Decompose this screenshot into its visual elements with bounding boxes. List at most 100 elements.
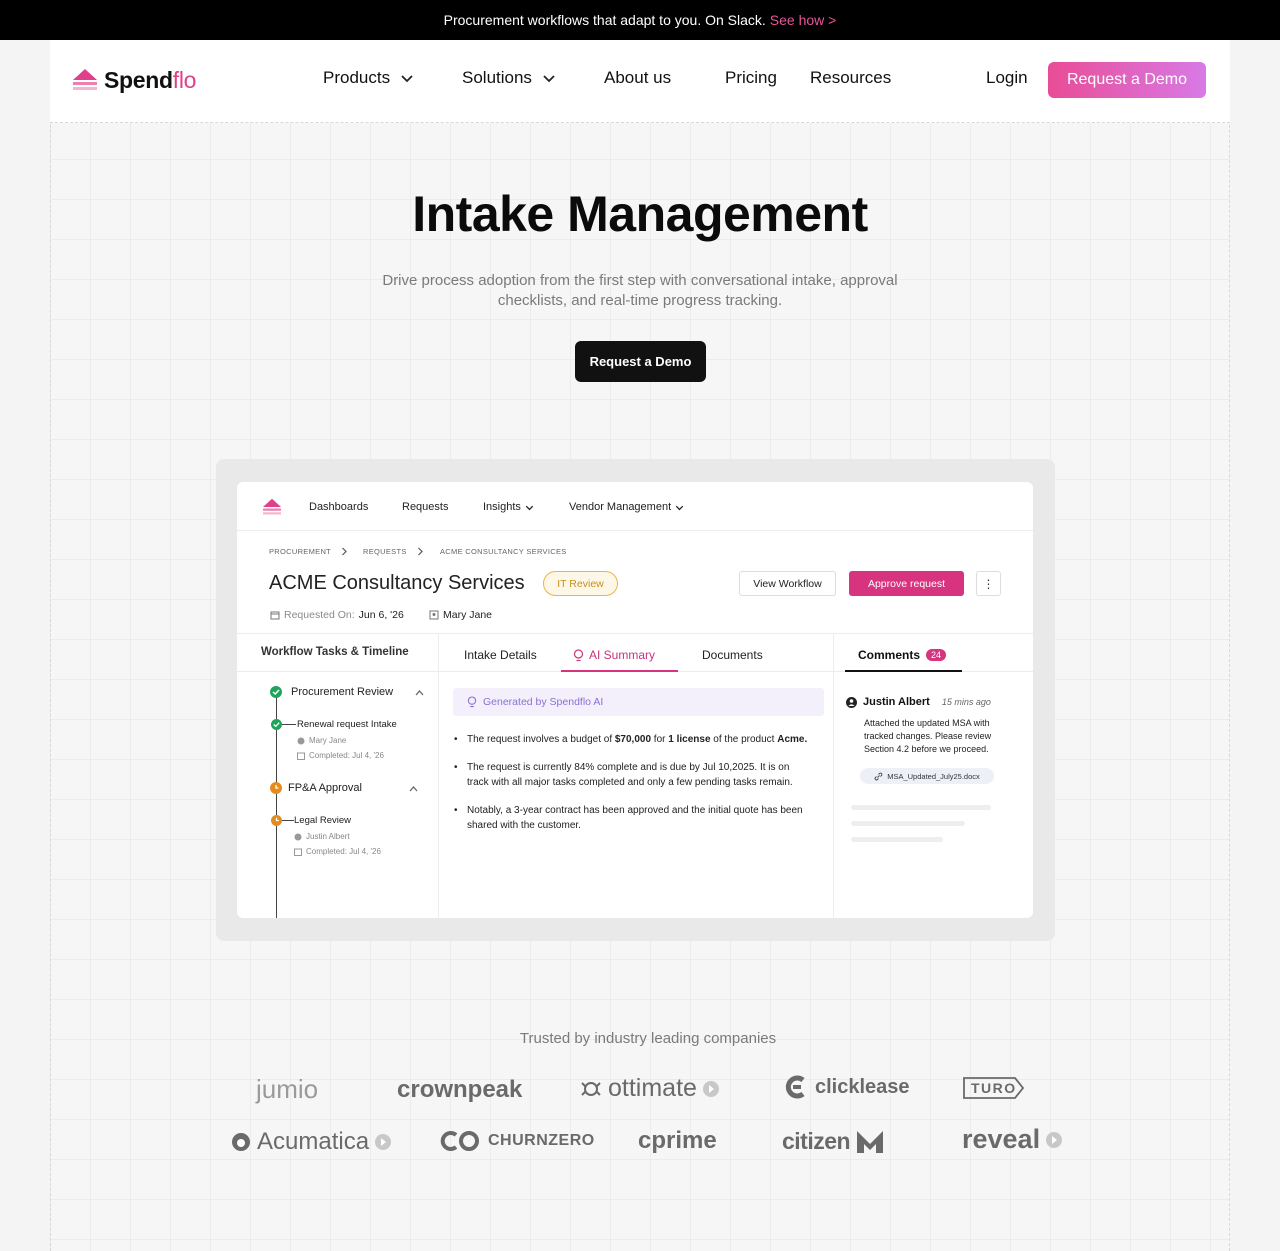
nav-products[interactable]: Products [323,68,414,88]
comment-body: Attached the updated MSA with tracked ch… [864,718,992,754]
nav-pricing-label: Pricing [725,68,777,87]
user-icon [297,737,305,744]
lightbulb-icon [467,696,477,708]
loading-skeleton [851,805,991,810]
logo-clicklease: clicklease [783,1074,910,1100]
comment-author: Justin Albert 15 mins ago [846,696,991,708]
task-assignee: Mary Jane [297,736,346,745]
request-title: ACME Consultancy Services [269,572,525,594]
logo-cprime: cprime [638,1127,717,1155]
login-link[interactable]: Login [986,68,1028,88]
tab-intake-details[interactable]: Intake Details [464,648,537,662]
requested-on-label: Requested On: [284,609,355,621]
mockup-nav-vendor-label: Vendor Management [569,501,672,513]
calendar-icon [270,611,280,620]
breadcrumb-current: ACME CONSULTANCY SERVICES [440,547,567,556]
request-demo-button-hero[interactable]: Request a Demo [575,341,706,382]
logo-jumio: jumio [256,1074,318,1105]
logo-jumio-text: jumio [256,1074,319,1104]
attachment-chip[interactable]: MSA_Updated_July25.docx [860,768,994,784]
loading-skeleton [851,821,965,826]
requester-name: Mary Jane [443,609,493,621]
more-options-button[interactable]: ⋮ [976,571,1001,596]
request-demo-button-nav[interactable]: Request a Demo [1048,62,1206,98]
nav-solutions-label: Solutions [462,68,532,87]
play-icon[interactable] [702,1080,719,1097]
nav-pricing[interactable]: Pricing [725,68,777,88]
tab-ai-summary[interactable]: AI Summary [573,648,655,662]
nav-products-label: Products [323,68,391,87]
clock-icon [271,815,282,826]
clicklease-mark-icon [785,1075,805,1099]
mockup-nav-requests[interactable]: Requests [402,501,448,513]
chevron-down-icon [525,505,534,510]
chevron-up-icon[interactable] [409,785,418,792]
active-tab-indicator [561,670,678,672]
logo-crownpeak-text: crownpeak [397,1076,523,1103]
spendflo-logo[interactable]: Spendflo [72,65,196,95]
turo-frame-icon [963,1077,1025,1099]
user-avatar-icon [846,696,857,708]
logo-turo: TURO [963,1077,1025,1099]
stage-procurement-review[interactable]: Procurement Review [291,686,393,698]
mockup-nav-insights[interactable]: Insights [483,501,534,513]
user-icon [429,610,439,620]
logo-clicklease-text: clicklease [815,1075,910,1098]
tab-comments[interactable]: Comments 24 [858,648,947,662]
mockup-nav-dashboards[interactable]: Dashboards [309,501,368,513]
mockup-nav: Dashboards Requests Insights Vendor Mana… [237,482,1033,531]
task-completed-date: Completed: Jul 4, '26 [309,751,384,760]
acumatica-mark-icon [232,1133,250,1151]
approve-request-button[interactable]: Approve request [849,571,964,596]
calendar-icon [294,848,302,856]
nav-solutions[interactable]: Solutions [462,68,556,88]
comment-author-name: Justin Albert [863,696,930,708]
clock-icon [270,782,282,794]
divider [237,633,1033,634]
breadcrumb-requests[interactable]: REQUESTS [363,547,407,556]
announcement-banner: Procurement workflows that adapt to you.… [0,0,1280,40]
attachment-name: MSA_Updated_July25.docx [887,771,980,781]
task-renewal-intake[interactable]: Renewal request Intake [297,719,397,730]
chevron-up-icon[interactable] [415,689,424,696]
stage-fpa-approval[interactable]: FP&A Approval [288,782,362,794]
summary-bullet: The request involves a budget of $70,000… [453,732,813,747]
task-legal-review[interactable]: Legal Review [294,815,351,826]
play-icon[interactable] [1046,1131,1063,1148]
nav-resources[interactable]: Resources [810,68,891,88]
divider [438,633,439,918]
play-icon[interactable] [375,1134,392,1150]
workflow-heading: Workflow Tasks & Timeline [261,646,409,658]
tab-documents[interactable]: Documents [702,648,763,662]
summary-bullet: Notably, a 3-year contract has been appr… [453,803,813,833]
logo-text-main: Spend [104,66,173,93]
tab-ai-summary-label: AI Summary [589,648,656,662]
top-nav: Spendflo Products Solutions About us Pri… [50,40,1230,123]
citizen-mark-icon [857,1130,884,1153]
nav-about-label: About us [604,68,672,87]
summary-bullet: The request is currently 84% complete an… [453,760,813,790]
requested-on: Requested On: Jun 6, '26 [270,609,404,621]
logo-reveal: reveal [962,1124,1063,1155]
ai-summary-list: The request involves a budget of $70,000… [453,732,813,846]
chevron-down-icon [401,75,413,83]
banner-link[interactable]: See how > [770,12,837,28]
view-workflow-button[interactable]: View Workflow [739,571,836,596]
breadcrumb-procurement[interactable]: PROCUREMENT [269,547,331,556]
requested-on-date: Jun 6, '26 [358,609,404,621]
logo-reveal-text: reveal [962,1124,1041,1154]
chevron-down-icon [543,75,555,83]
logo-citizen: citizen [782,1128,884,1155]
status-badge: IT Review [543,571,618,596]
hero-title: Intake Management [412,186,868,242]
product-mockup: Dashboards Requests Insights Vendor Mana… [237,482,1033,918]
logo-text-accent: flo [172,66,197,93]
banner-text: Procurement workflows that adapt to you.… [443,12,766,28]
task-assignee-name: Mary Jane [309,736,347,745]
task-completed: Completed: Jul 4, '26 [294,847,381,856]
check-circle-icon [271,719,282,730]
mockup-nav-vendor-management[interactable]: Vendor Management [569,501,684,513]
calendar-icon [297,752,305,760]
ai-generated-banner: Generated by Spendflo AI [453,688,824,716]
nav-about[interactable]: About us [604,68,671,88]
